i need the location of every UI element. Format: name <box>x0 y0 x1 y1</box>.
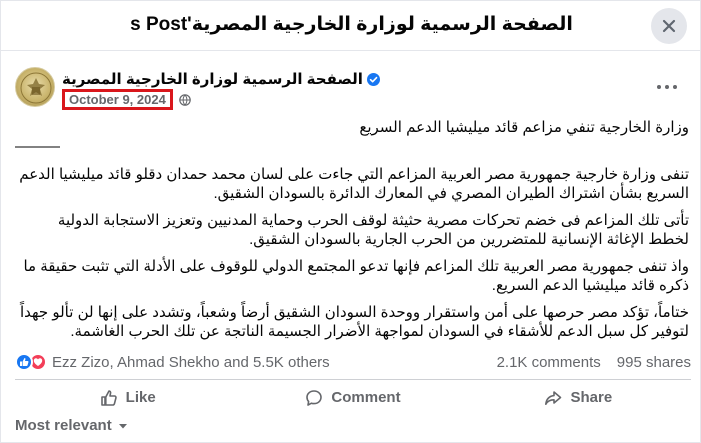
comment-button[interactable]: Comment <box>240 380 465 411</box>
post-paragraph: ختاماً، تؤكد مصر حرصها على أمن واستقرار … <box>19 304 689 340</box>
post-paragraph: واذ تنفى جمهورية مصر العربية تلك المزاعم… <box>23 258 689 294</box>
like-reaction-icon <box>15 353 33 371</box>
share-label: Share <box>570 389 613 406</box>
engagement-counts: 2.1K comments 995 shares <box>497 354 691 371</box>
post-divider-line: ——— <box>15 138 60 155</box>
chevron-down-icon <box>118 423 127 428</box>
date-highlight-box: October 9, 2024 <box>62 89 173 110</box>
comment-icon <box>306 389 323 406</box>
page-avatar[interactable] <box>15 67 55 107</box>
post-stats: Ezz Zizo, Ahmad Shekho and 5.5K others 2… <box>15 351 691 373</box>
comment-sort-dropdown[interactable]: Most relevant <box>15 417 128 434</box>
dialog-title: الصفحة الرسمية لوزارة الخارجية المصرية's… <box>130 14 573 35</box>
comment-label: Comment <box>331 389 401 406</box>
page-name-row: الصفحة الرسمية لوزارة الخارجية المصرية <box>62 70 380 88</box>
page-name[interactable]: الصفحة الرسمية لوزارة الخارجية المصرية <box>62 70 363 88</box>
more-dots-icon <box>657 85 661 89</box>
close-button[interactable] <box>651 8 687 44</box>
post-meta: October 9, 2024 <box>62 89 191 110</box>
comments-count[interactable]: 2.1K comments <box>497 354 601 371</box>
action-bar: Like Comment Share <box>15 379 691 411</box>
verified-badge-icon <box>366 72 380 86</box>
post-paragraph: تأتى تلك المزاعم فى خضم تحركات مصرية حثي… <box>57 212 689 248</box>
reaction-summary[interactable]: Ezz Zizo, Ahmad Shekho and 5.5K others <box>15 353 330 371</box>
like-button[interactable]: Like <box>15 380 240 411</box>
post-date[interactable]: October 9, 2024 <box>69 92 166 107</box>
post-header: الصفحة الرسمية لوزارة الخارجية المصرية O… <box>15 67 685 117</box>
emblem-icon <box>20 72 52 104</box>
share-button[interactable]: Share <box>466 380 691 411</box>
share-icon <box>545 390 562 405</box>
shares-count[interactable]: 995 shares <box>617 354 691 371</box>
post-body: وزارة الخارجية تنفي مزاعم قائد ميليشيا ا… <box>15 118 689 341</box>
sort-label: Most relevant <box>15 417 112 434</box>
post-paragraph: تنفى وزارة خارجية جمهورية مصر العربية ال… <box>19 166 689 202</box>
more-options-button[interactable] <box>653 79 681 95</box>
like-icon <box>100 389 117 406</box>
dialog-header: الصفحة الرسمية لوزارة الخارجية المصرية's… <box>1 1 701 51</box>
close-icon <box>662 19 676 33</box>
like-label: Like <box>125 389 156 406</box>
post-title-line: وزارة الخارجية تنفي مزاعم قائد ميليشيا ا… <box>359 119 689 136</box>
globe-icon <box>179 93 191 106</box>
reacted-by-text[interactable]: Ezz Zizo, Ahmad Shekho and 5.5K others <box>52 354 330 371</box>
post-dialog: الصفحة الرسمية لوزارة الخارجية المصرية's… <box>0 0 701 443</box>
